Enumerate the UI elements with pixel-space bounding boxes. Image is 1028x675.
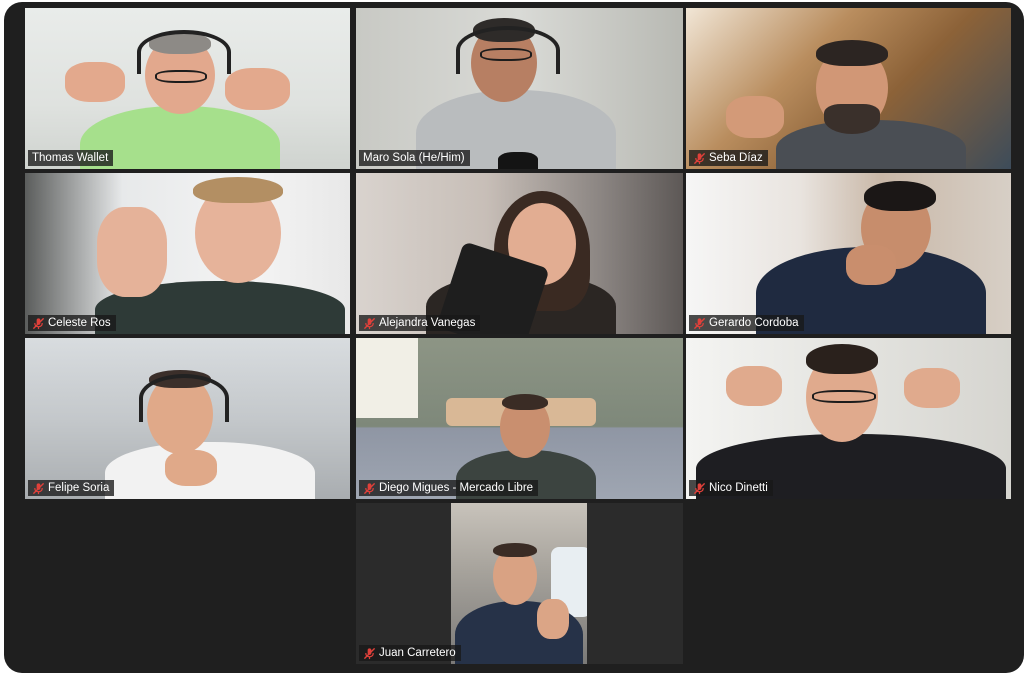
- participant-name-tag: Diego Migues - Mercado Libre: [359, 480, 539, 496]
- participant-name: Nico Dinetti: [709, 482, 768, 494]
- participant-tile-celeste-ros[interactable]: Celeste Ros: [25, 173, 350, 334]
- participant-tile-maro-sola[interactable]: Maro Sola (He/Him): [356, 8, 683, 169]
- participant-name: Juan Carretero: [379, 647, 456, 659]
- microphone-off-icon: [363, 647, 376, 659]
- participant-tile-nico-dinetti[interactable]: Nico Dinetti: [686, 338, 1011, 499]
- participant-name: Gerardo Cordoba: [709, 317, 799, 329]
- microphone-off-icon: [363, 317, 376, 329]
- video-gallery: Thomas Wallet Maro Sola (He/Him) Seba Dí…: [4, 2, 1024, 673]
- microphone-off-icon: [363, 482, 376, 494]
- participant-name-tag: Thomas Wallet: [28, 150, 114, 166]
- participant-name: Diego Migues - Mercado Libre: [379, 482, 534, 494]
- participant-name: Thomas Wallet: [32, 152, 109, 164]
- participant-name-tag: Gerardo Cordoba: [689, 315, 804, 331]
- microphone-off-icon: [693, 152, 706, 164]
- participant-name: Celeste Ros: [48, 317, 111, 329]
- participant-tile-felipe-soria[interactable]: Felipe Soria: [25, 338, 350, 499]
- microphone-off-icon: [693, 482, 706, 494]
- participant-tile-seba-diaz[interactable]: Seba Díaz: [686, 8, 1011, 169]
- participant-name-tag: Maro Sola (He/Him): [359, 150, 470, 166]
- participant-name-tag: Juan Carretero: [359, 645, 461, 661]
- microphone-off-icon: [32, 317, 45, 329]
- video-frame: [451, 503, 587, 664]
- participant-tile-thomas-wallet[interactable]: Thomas Wallet: [25, 8, 350, 169]
- participant-name-tag: Felipe Soria: [28, 480, 115, 496]
- participant-tile-gerardo-cordoba[interactable]: Gerardo Cordoba: [686, 173, 1011, 334]
- participant-name-tag: Celeste Ros: [28, 315, 116, 331]
- microphone-off-icon: [693, 317, 706, 329]
- participant-name-tag: Nico Dinetti: [689, 480, 773, 496]
- microphone-off-icon: [32, 482, 45, 494]
- participant-tile-diego-migues[interactable]: Diego Migues - Mercado Libre: [356, 338, 683, 499]
- participant-name: Alejandra Vanegas: [379, 317, 476, 329]
- participant-tile-juan-carretero[interactable]: Juan Carretero: [356, 503, 683, 664]
- participant-tile-alejandra-vanegas[interactable]: Alejandra Vanegas: [356, 173, 683, 334]
- participant-name: Seba Díaz: [709, 152, 763, 164]
- participant-name-tag: Seba Díaz: [689, 150, 768, 166]
- participant-name: Maro Sola (He/Him): [363, 152, 465, 164]
- participant-name-tag: Alejandra Vanegas: [359, 315, 481, 331]
- participant-name: Felipe Soria: [48, 482, 110, 494]
